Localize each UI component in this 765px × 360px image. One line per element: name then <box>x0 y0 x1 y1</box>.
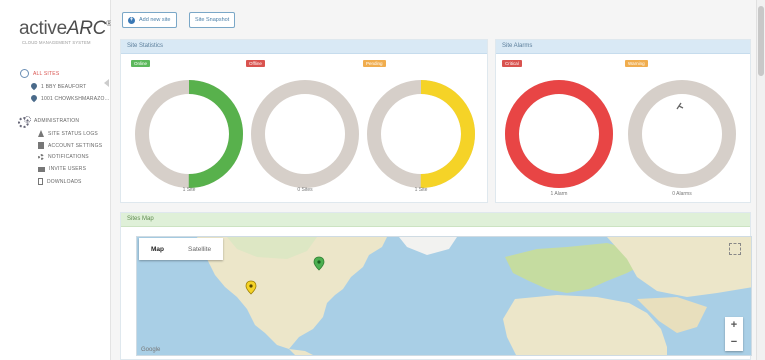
main-content: + Add new site Site Snapshot Site Statis… <box>111 0 765 360</box>
scrollbar-thumb[interactable] <box>758 6 764 76</box>
document-icon <box>38 142 44 149</box>
sidebar-item-site-status-logs[interactable]: SITE STATUS LOGS <box>38 130 98 137</box>
offline-count: 0 Sites <box>297 187 313 193</box>
sidebar-item-site-2[interactable]: 1001 CHOWKSHMARAZO... <box>31 95 109 103</box>
globe-icon <box>20 69 29 78</box>
site-snapshot-label: Site Snapshot <box>195 17 230 23</box>
gear-icon <box>38 154 44 160</box>
sidebar-item-site-1[interactable]: 1 BBY BEAUFORT <box>31 83 86 91</box>
sidebar-item-label: INVITE USERS <box>49 166 87 172</box>
map-pin-icon <box>31 95 37 103</box>
sidebar: activeARC® CLOUD MANAGEMENT SYSTEM ALL S… <box>0 0 112 360</box>
site-alarms-panel: Site Alarms Critical Warning 1 Alarm 0 A… <box>495 39 751 203</box>
add-site-button[interactable]: + Add new site <box>122 12 177 28</box>
mail-icon <box>38 166 45 172</box>
sidebar-item-label: 1 BBY BEAUFORT <box>41 84 87 90</box>
site-statistics-title: Site Statistics <box>121 40 487 54</box>
sidebar-item-downloads[interactable]: DOWNLOADS <box>38 178 82 185</box>
gears-icon <box>18 116 31 128</box>
site-snapshot-button[interactable]: Site Snapshot <box>189 12 236 28</box>
google-attribution: Google <box>141 347 161 353</box>
zoom-out-button[interactable]: − <box>725 334 743 351</box>
map-type-tabs: Map Satellite <box>139 238 224 260</box>
fullscreen-icon[interactable] <box>729 243 741 255</box>
cone-icon <box>38 130 44 137</box>
sidebar-item-invite-users[interactable]: INVITE USERS <box>38 166 86 172</box>
critical-count: 1 Alarm <box>550 191 568 197</box>
logo-subtitle: CLOUD MANAGEMENT SYSTEM <box>22 40 91 45</box>
tab-map[interactable]: Map <box>139 246 176 253</box>
sidebar-item-label: ACCOUNT SETTINGS <box>48 142 103 149</box>
wrench-icon <box>676 102 684 110</box>
logo-text-a: active <box>19 18 67 39</box>
sites-map-title: Sites Map <box>121 213 750 227</box>
zoom-controls: + − <box>725 317 743 351</box>
page-scrollbar[interactable] <box>756 0 765 360</box>
site-alarms-title: Site Alarms <box>496 40 750 54</box>
world-map-canvas <box>137 237 751 355</box>
donut-track <box>628 80 736 188</box>
logo-text-b: ARC <box>66 18 107 39</box>
sidebar-item-administration[interactable]: ADMINISTRATION <box>18 116 80 128</box>
donut-track <box>251 80 359 188</box>
sidebar-item-account-settings[interactable]: ACCOUNT SETTINGS <box>38 142 102 149</box>
pending-badge: Pending <box>363 60 386 67</box>
warning-donut-chart <box>628 80 736 188</box>
sidebar-item-label: NOTIFICATIONS <box>48 154 89 160</box>
warning-badge: Warning <box>625 60 648 67</box>
online-count: 1 Site <box>182 187 196 193</box>
online-badge: Online <box>131 60 151 67</box>
sidebar-item-label: ALL SITES <box>33 70 60 77</box>
sites-map[interactable]: Map Satellite + − Google <box>136 236 752 356</box>
sidebar-item-notifications[interactable]: NOTIFICATIONS <box>38 154 89 160</box>
map-pin-icon <box>31 83 37 91</box>
sidebar-collapse-arrow-icon[interactable] <box>104 79 109 87</box>
warning-count: 0 Alarms <box>672 191 692 197</box>
offline-badge: Offline <box>246 60 265 67</box>
plus-icon: + <box>128 16 135 24</box>
logo[interactable]: activeARC® <box>19 18 112 40</box>
critical-donut-arc <box>505 80 613 188</box>
sidebar-item-label: SITE STATUS LOGS <box>48 130 98 137</box>
pending-count: 1 Site <box>414 187 428 193</box>
zoom-in-button[interactable]: + <box>725 317 743 334</box>
tab-satellite[interactable]: Satellite <box>176 246 223 253</box>
add-site-label: Add new site <box>139 17 171 23</box>
sidebar-item-label: ADMINISTRATION <box>34 118 80 124</box>
file-icon <box>38 178 43 185</box>
pending-donut-chart <box>367 80 475 188</box>
sidebar-item-label: 1001 CHOWKSHMARAZO... <box>41 96 110 102</box>
sidebar-item-label: DOWNLOADS <box>47 178 82 185</box>
sidebar-item-all-sites[interactable]: ALL SITES <box>20 69 59 78</box>
offline-donut-chart <box>251 80 359 188</box>
site-statistics-panel: Site Statistics Online Offline Pending 1… <box>120 39 488 203</box>
critical-donut-chart <box>505 80 613 188</box>
critical-badge: Critical <box>502 60 522 67</box>
online-donut-chart <box>135 80 243 188</box>
